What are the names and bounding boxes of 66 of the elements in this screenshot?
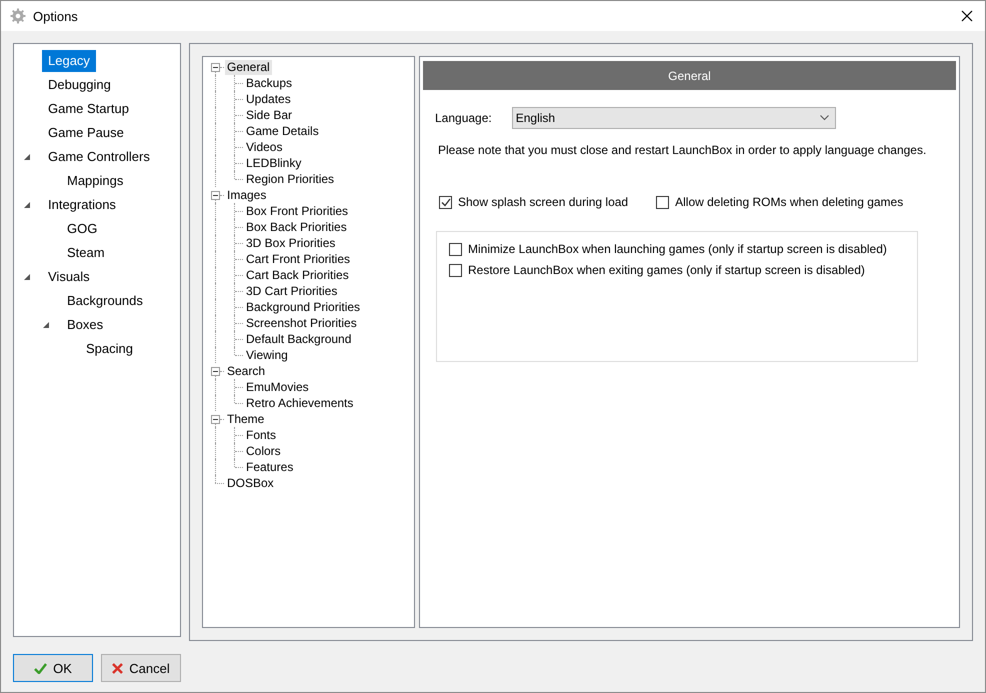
checkbox[interactable]: Minimize LaunchBox when launching games (only if startup screen is disabled) (449, 242, 905, 256)
expand-arrow-icon[interactable] (23, 273, 31, 281)
tree-item[interactable]: 3D Box Priorities (244, 236, 338, 250)
checkmark-icon (34, 662, 48, 674)
checkbox[interactable]: Show splash screen during load (439, 195, 628, 209)
checkbox[interactable]: Allow deleting ROMs when deleting games (656, 195, 904, 209)
gear-icon (10, 8, 26, 24)
window-title: Options (33, 8, 79, 24)
tree-item[interactable]: Screenshot Priorities (244, 316, 359, 330)
tree-item[interactable]: Features (244, 460, 296, 474)
category-item[interactable]: GOG (61, 218, 104, 240)
category-item[interactable]: Legacy (42, 50, 96, 72)
tree-item[interactable]: Default Background (244, 332, 354, 346)
category-item[interactable]: Debugging (42, 74, 117, 96)
tree-item[interactable]: Cart Front Priorities (244, 252, 352, 266)
tree-item[interactable]: Backups (244, 76, 294, 90)
tree-item[interactable]: Background Priorities (244, 300, 362, 314)
tree-item[interactable]: Theme (225, 412, 266, 426)
chevron-down-icon (820, 115, 829, 121)
collapse-box-icon[interactable] (211, 367, 220, 376)
tree-item[interactable]: Game Details (244, 124, 321, 138)
tree-item[interactable]: Search (225, 364, 268, 378)
tree-item[interactable]: Updates (244, 92, 293, 106)
ok-button[interactable]: OK (13, 654, 93, 682)
category-item[interactable]: Boxes (61, 314, 110, 336)
checkmark-icon (440, 198, 450, 206)
category-item[interactable]: Mappings (61, 170, 130, 192)
cancel-button[interactable]: Cancel (101, 654, 181, 682)
tree-item[interactable]: Retro Achievements (244, 396, 356, 410)
tree-item[interactable]: Box Front Priorities (244, 204, 350, 218)
category-item[interactable]: Backgrounds (61, 290, 149, 312)
category-item[interactable]: Game Controllers (42, 146, 156, 168)
category-item[interactable]: Integrations (42, 194, 122, 216)
collapse-box-icon[interactable] (211, 191, 220, 200)
tree-item[interactable]: LEDBlinky (244, 156, 304, 170)
tree-item[interactable]: General (225, 60, 272, 74)
language-note: Please note that you must close and restart LaunchBox in order to apply language changes. (438, 143, 928, 157)
expand-arrow-icon[interactable] (42, 321, 50, 329)
category-item[interactable]: Visuals (42, 266, 96, 288)
language-dropdown[interactable]: English (512, 107, 836, 129)
tree-item[interactable]: Images (225, 188, 268, 202)
expand-arrow-icon[interactable] (23, 201, 31, 209)
category-item[interactable]: Game Startup (42, 98, 135, 120)
tree-item[interactable]: Viewing (244, 348, 290, 362)
category-item[interactable]: Spacing (80, 338, 139, 360)
collapse-box-icon[interactable] (211, 415, 220, 424)
category-item[interactable]: Steam (61, 242, 111, 264)
tree-item[interactable]: Box Back Priorities (244, 220, 349, 234)
collapse-box-icon[interactable] (211, 63, 220, 72)
tree-item[interactable]: 3D Cart Priorities (244, 284, 340, 298)
tree-item[interactable]: Colors (244, 444, 283, 458)
category-item[interactable]: Game Pause (42, 122, 130, 144)
tree-item[interactable]: DOSBox (225, 476, 276, 490)
language-label: Language: (435, 111, 492, 125)
tree-item[interactable]: Side Bar (244, 108, 294, 122)
cross-icon (112, 662, 124, 674)
tree-item[interactable]: EmuMovies (244, 380, 311, 394)
tree-item[interactable]: Videos (244, 140, 284, 154)
expand-arrow-icon[interactable] (23, 153, 31, 161)
tree-item[interactable]: Cart Back Priorities (244, 268, 351, 282)
dropdown-value: English (516, 111, 556, 125)
checkbox[interactable]: Restore LaunchBox when exiting games (only if startup screen is disabled) (449, 263, 905, 277)
tree-item[interactable]: Fonts (244, 428, 278, 442)
section-header: General (423, 61, 956, 90)
tree-item[interactable]: Region Priorities (244, 172, 336, 186)
close-icon (961, 10, 973, 22)
